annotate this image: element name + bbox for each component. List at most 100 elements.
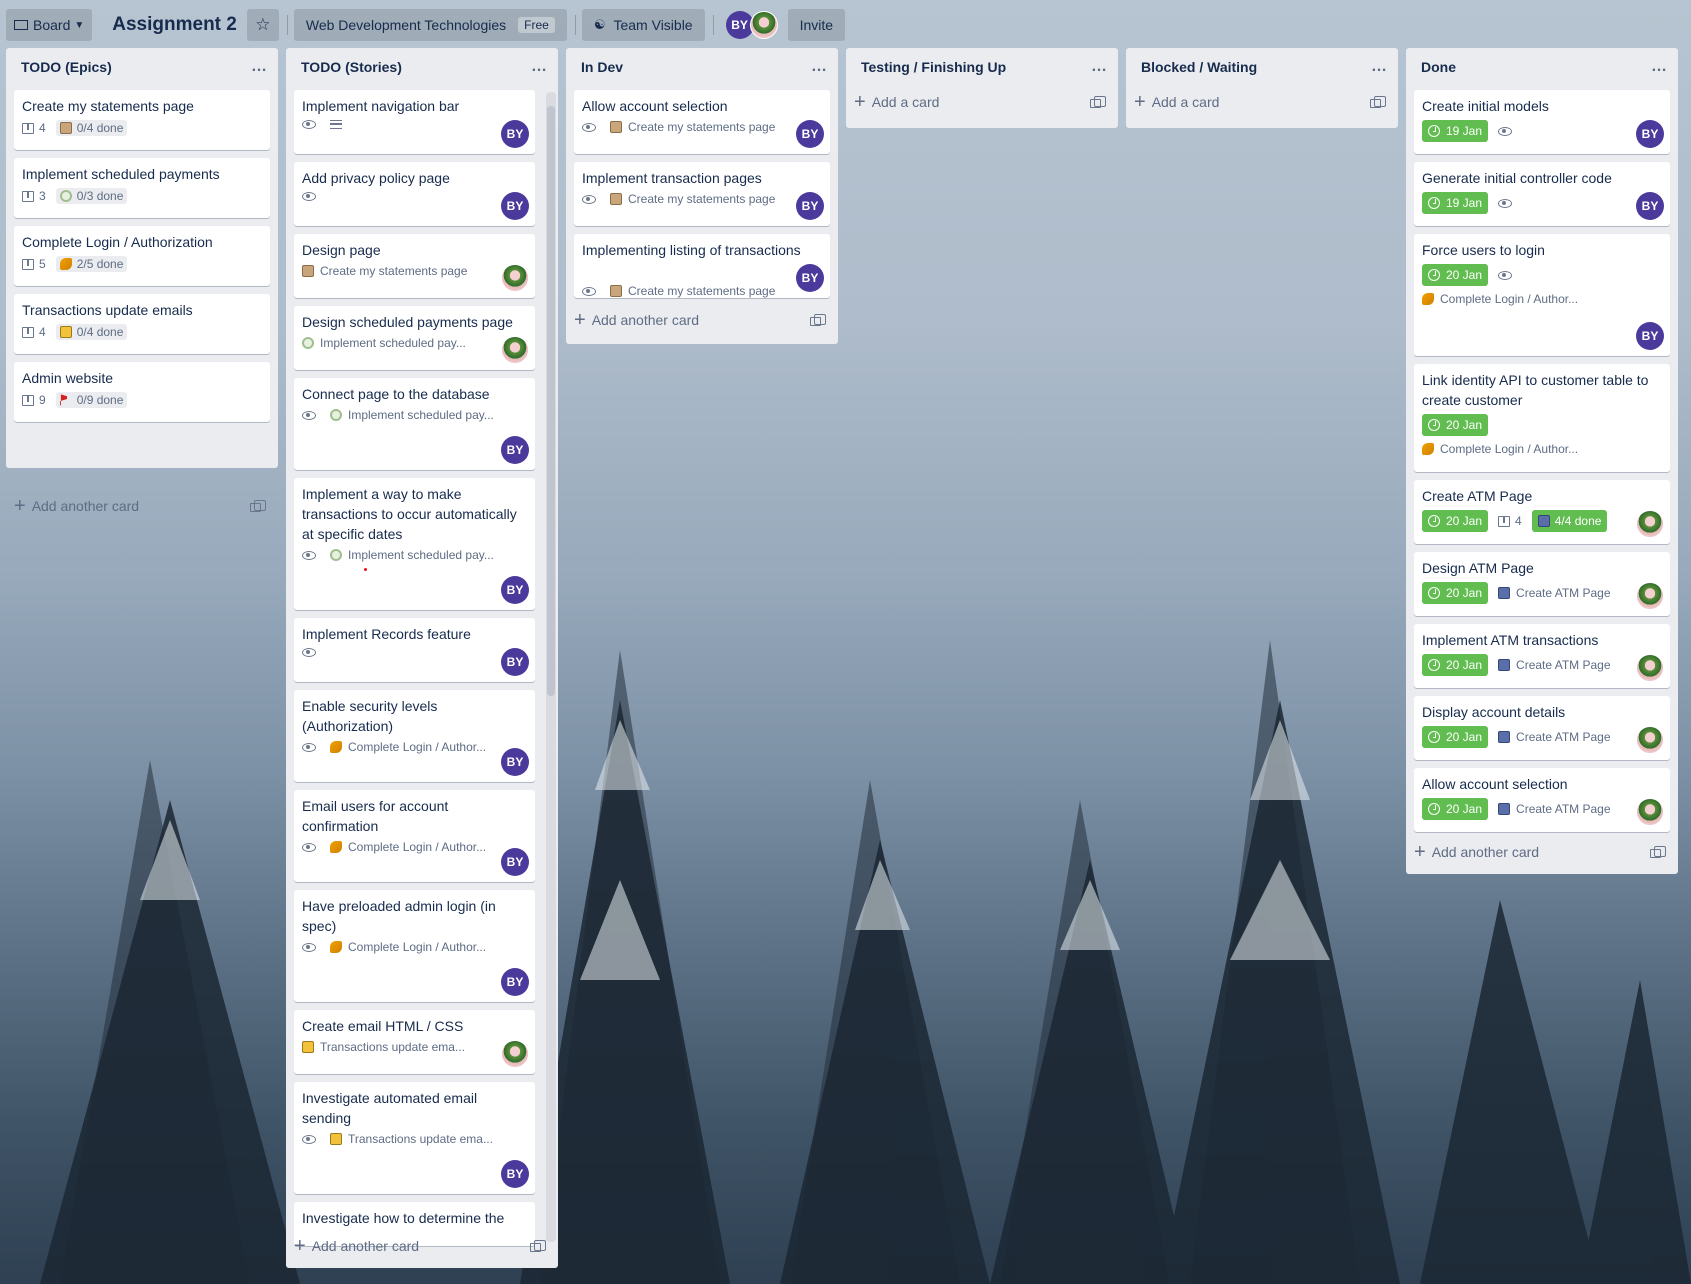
card-badges: 20 Jan (1422, 414, 1498, 436)
card-member-avatar-image[interactable] (501, 1040, 529, 1068)
card-member-avatar[interactable]: BY (501, 848, 529, 876)
card[interactable]: Design scheduled payments page Implement … (294, 306, 535, 370)
list-scrollbar[interactable] (546, 92, 556, 1242)
card[interactable]: Create my statements page 4 0/4 done (14, 90, 270, 150)
card-member-avatar-image[interactable] (1636, 798, 1664, 826)
card[interactable]: Link identity API to customer table to c… (1414, 364, 1670, 472)
list-title[interactable]: TODO (Epics) (21, 59, 112, 75)
card-member-avatar[interactable]: BY (501, 968, 529, 996)
card-member-avatar[interactable]: BY (796, 192, 824, 220)
add-card-button[interactable]: + Add another card (14, 496, 139, 516)
list-title[interactable]: TODO (Stories) (301, 59, 402, 75)
card-member-avatar[interactable]: BY (501, 748, 529, 776)
board-title[interactable]: Assignment 2 (100, 9, 247, 41)
invite-button[interactable]: Invite (787, 9, 846, 41)
card-member-avatar[interactable]: BY (796, 264, 824, 292)
template-icon[interactable] (1090, 96, 1106, 108)
plus-icon: + (854, 91, 866, 113)
card[interactable]: Complete Login / Authorization 5 2/5 done (14, 226, 270, 286)
more-icon[interactable]: … (1651, 58, 1668, 76)
card[interactable]: Implementing listing of transactions Crea… (574, 234, 830, 298)
epic-name: Create my statements page (628, 284, 776, 298)
member-avatar-image[interactable] (749, 11, 778, 39)
list-title[interactable]: Done (1421, 59, 1456, 75)
card[interactable]: Allow account selection Create my stateme… (574, 90, 830, 154)
visibility-button[interactable]: ☯ Team Visible (581, 9, 705, 41)
card-badges (302, 192, 330, 201)
card[interactable]: Connect page to the database Implement sc… (294, 378, 535, 470)
more-icon[interactable]: … (811, 58, 828, 76)
card-member-avatar[interactable]: BY (501, 192, 529, 220)
subtask-count: 9 (22, 393, 46, 407)
card[interactable]: Implement transaction pages Create my sta… (574, 162, 830, 226)
card[interactable]: Allow account selection 20 Jan Create ATM … (1414, 768, 1670, 832)
card[interactable]: Force users to login 20 Jan Complete Login… (1414, 234, 1670, 356)
card-badges (302, 120, 352, 129)
card-member-avatar[interactable]: BY (1636, 322, 1664, 350)
clock-icon (1428, 269, 1440, 281)
more-icon[interactable]: … (531, 58, 548, 76)
add-card-button[interactable]: + Add another card (294, 1236, 419, 1256)
card-member-avatar[interactable]: BY (501, 120, 529, 148)
more-icon[interactable]: … (251, 58, 268, 76)
more-icon[interactable]: … (1371, 58, 1388, 76)
list-title[interactable]: In Dev (581, 59, 623, 75)
eye-icon (302, 1134, 316, 1144)
card[interactable]: Enable security levels (Authorization) Co… (294, 690, 535, 782)
star-button[interactable]: ☆ (246, 9, 279, 41)
due-date-value: 20 Jan (1446, 418, 1483, 432)
card[interactable]: Admin website 9 0/9 done (14, 362, 270, 422)
card[interactable]: Implement navigation bar BY (294, 90, 535, 154)
card[interactable]: Design page Create my statements page (294, 234, 535, 298)
add-card-button[interactable]: + Add a card (854, 91, 939, 113)
card[interactable]: Create email HTML / CSS Transactions upda… (294, 1010, 535, 1074)
card[interactable]: Add privacy policy page BY (294, 162, 535, 226)
card-member-avatar-image[interactable] (501, 264, 529, 292)
checklist-complete-badge: 4/4 done (1531, 510, 1608, 532)
card-member-avatar[interactable]: BY (501, 648, 529, 676)
list-title[interactable]: Blocked / Waiting (1141, 59, 1257, 75)
card-member-avatar-image[interactable] (1636, 510, 1664, 538)
card-member-avatar-image[interactable] (501, 336, 529, 364)
card-member-avatar[interactable]: BY (501, 576, 529, 604)
card-member-avatar-image[interactable] (1636, 582, 1664, 610)
card[interactable]: Implement ATM transactions 20 Jan Create A… (1414, 624, 1670, 688)
card[interactable]: Implement scheduled payments 3 0/3 done (14, 158, 270, 218)
template-icon[interactable] (530, 1240, 546, 1252)
board-switcher-button[interactable]: Board ▼ (6, 9, 93, 41)
scrollbar-thumb[interactable] (547, 106, 555, 696)
card-member-avatar-image[interactable] (1636, 654, 1664, 682)
add-card-button[interactable]: + Add a card (1134, 92, 1219, 112)
add-card-button[interactable]: + Add another card (1414, 842, 1539, 862)
template-icon[interactable] (1650, 846, 1666, 858)
add-card-button[interactable]: + Add another card (574, 310, 699, 330)
card[interactable]: Implement a way to make transactions to … (294, 478, 535, 610)
card[interactable]: Implement Records feature BY (294, 618, 535, 682)
card[interactable]: Display account details 20 Jan Create ATM … (1414, 696, 1670, 760)
card[interactable]: Transactions update emails 4 0/4 done (14, 294, 270, 354)
due-date-badge: 19 Jan (1422, 120, 1489, 142)
card-member-avatar[interactable]: BY (501, 1160, 529, 1188)
card-member-avatar[interactable]: BY (1636, 192, 1664, 220)
card[interactable]: Create initial models 19 Jan BY (1414, 90, 1670, 154)
card[interactable]: Generate initial controller code 19 Jan BY (1414, 162, 1670, 226)
team-button[interactable]: Web Development Technologies Free (293, 9, 567, 41)
list-title[interactable]: Testing / Finishing Up (861, 59, 1006, 75)
due-date-badge: 20 Jan (1422, 726, 1489, 748)
card-member-avatar[interactable]: BY (1636, 120, 1664, 148)
card[interactable]: Design ATM Page 20 Jan Create ATM Page (1414, 552, 1670, 616)
more-icon[interactable]: … (1091, 58, 1108, 76)
card-member-avatar[interactable]: BY (796, 120, 824, 148)
card-member-avatar[interactable]: BY (501, 436, 529, 464)
card[interactable]: Email users for account confirmation Comp… (294, 790, 535, 882)
card[interactable]: Investigate automated email sending Trans… (294, 1082, 535, 1194)
template-icon[interactable] (250, 500, 266, 512)
epic-name: Create my statements page (320, 264, 468, 278)
subtask-count: 4 (1498, 514, 1522, 528)
card-member-avatar-image[interactable] (1636, 726, 1664, 754)
template-icon[interactable] (810, 314, 826, 326)
card[interactable]: Have preloaded admin login (in spec) Comp… (294, 890, 535, 1002)
card[interactable]: Create ATM Page 20 Jan 4 4/4 done (1414, 480, 1670, 544)
template-icon[interactable] (1370, 96, 1386, 108)
epic-tag: Transactions update ema... (302, 1040, 465, 1054)
